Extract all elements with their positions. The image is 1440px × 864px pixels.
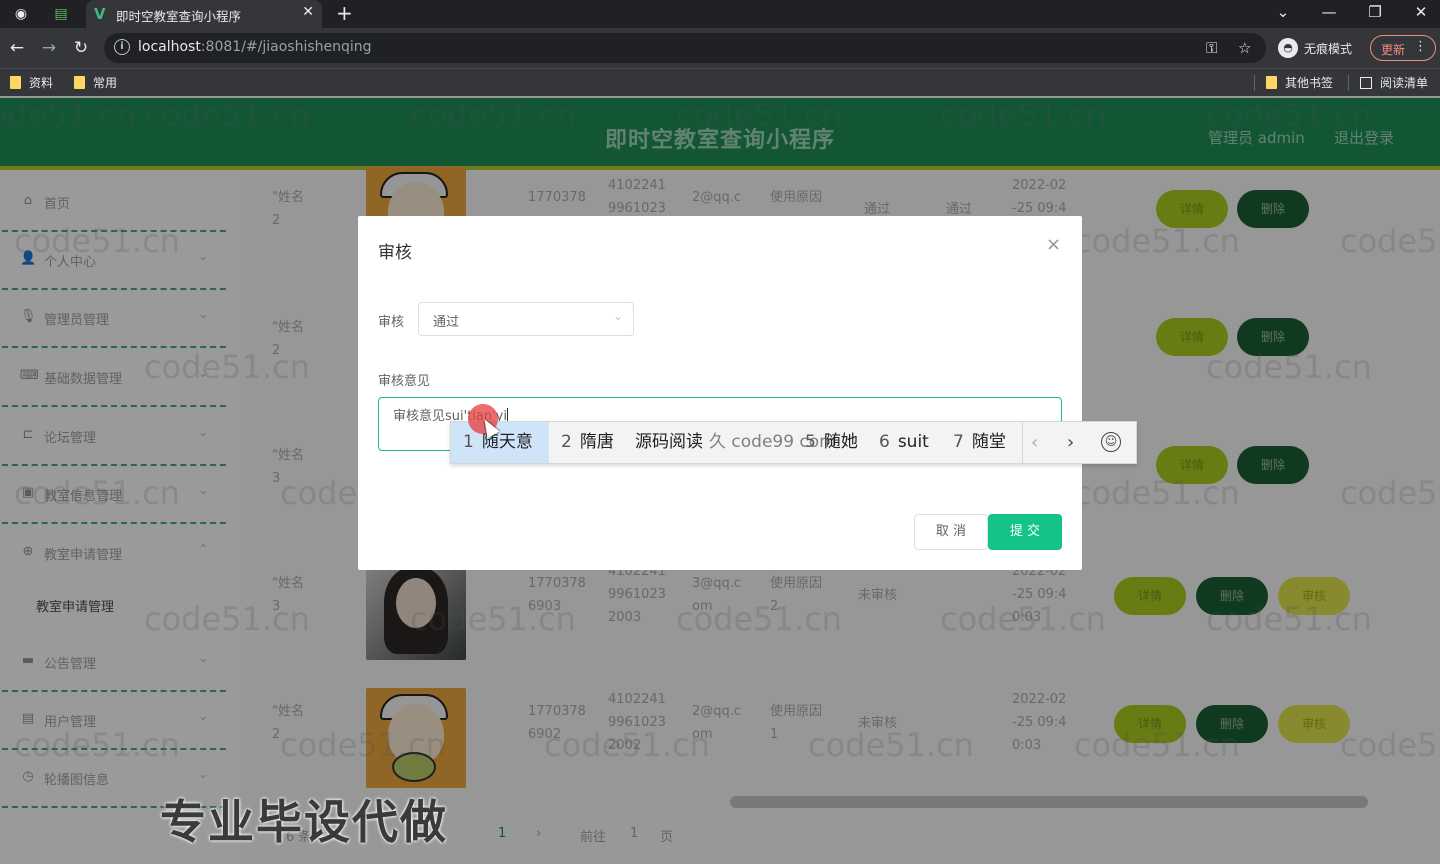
incognito-icon: ◓ [1278,38,1298,58]
ime-candidate[interactable]: 2 隋唐 [561,422,614,463]
ime-candidate[interactable]: 5 随她 [805,422,858,463]
submit-button[interactable]: 提 交 [988,514,1062,550]
text-caret [507,408,508,422]
incognito-label: 无痕模式 [1304,42,1353,56]
bookmark-folder-ziliao[interactable]: 资料 [10,74,53,91]
audit-select[interactable]: 通过 ⌄ [418,302,634,336]
browser-tabstrip: ◉ ▤ V 即时空教室查询小程序 ✕ + ⌄ — ❐ ✕ [0,0,1440,28]
ime-prev-icon[interactable]: ‹ [1031,422,1038,463]
emoji-icon[interactable]: ☺ [1101,432,1121,452]
audit-label: 审核 [378,315,405,330]
update-label: 更新 [1381,43,1406,57]
key-icon[interactable]: ⚿ [1206,39,1217,57]
ime-candidate[interactable]: 3源码阅读 [635,422,703,463]
bookmark-folder-changyong[interactable]: 常用 [74,74,117,91]
address-bar[interactable]: i localhost:8081/#/jiaoshishenqing ⚿ ☆ [104,33,1266,63]
promo-caption: 专业毕设代做 [160,795,448,849]
ime-separator [1022,422,1023,463]
browser-toolbar: ← → ↻ i localhost:8081/#/jiaoshishenqing… [0,28,1440,68]
reading-list-icon [1360,77,1372,89]
window-close-icon[interactable]: ✕ [1406,2,1436,22]
ime-candidate[interactable]: 1 随天意 [451,422,549,463]
ime-next-icon[interactable]: › [1067,422,1074,463]
site-info-icon[interactable]: i [114,39,130,55]
vue-favicon-icon: V [94,5,106,23]
browser-tab-active[interactable]: V 即时空教室查询小程序 ✕ [86,0,322,28]
forward-arrow-icon[interactable]: → [38,37,60,59]
kebab-menu-icon[interactable]: ⋮ [1414,39,1427,54]
bookmarks-bar: 资料 常用 其他书签 阅读清单 [0,68,1440,96]
audit-dialog: 审核 × 审核 通过 ⌄ 审核意见 审核意见sui'tian'yi 取 消 提 … [358,216,1082,570]
ime-candidate-bar: 1随天意 2隋唐 3源码阅读 久 code99 com 5随她 6suit 7随… [450,421,1137,464]
browser-logo-icon[interactable]: ◉ [10,4,32,24]
bookmark-star-icon[interactable]: ☆ [1238,39,1251,57]
bookmark-other[interactable]: 其他书签 [1266,74,1333,91]
chevron-down-icon: ⌄ [612,309,623,323]
bookmark-separator [1348,75,1349,91]
audit-select-value: 通过 [433,315,460,330]
reading-list[interactable]: 阅读清单 [1360,74,1428,91]
folder-icon [10,76,21,89]
new-tab-plus-icon[interactable]: + [336,2,353,24]
restore-icon[interactable]: ❐ [1360,2,1390,22]
dialog-close-icon[interactable]: × [1046,234,1061,255]
address-url[interactable]: localhost:8081/#/jiaoshishenqing [138,39,372,55]
dialog-title: 审核 [378,243,412,263]
app-shortcut-icon[interactable]: ▤ [50,4,72,24]
opinion-label: 审核意见 [378,374,431,389]
minimize-icon[interactable]: — [1314,2,1344,22]
folder-icon [74,76,85,89]
ime-candidate[interactable]: 6 suit [879,422,929,463]
back-arrow-icon[interactable]: ← [6,37,28,59]
folder-icon [1266,76,1277,89]
tab-search-chevron-icon[interactable]: ⌄ [1268,2,1298,22]
bookmark-separator [1254,75,1255,91]
cancel-button[interactable]: 取 消 [914,514,988,550]
reload-icon[interactable]: ↻ [70,37,92,59]
tab-title: 即时空教室查询小程序 [116,9,242,24]
ime-candidate[interactable]: 7 随堂 [953,422,1006,463]
update-button[interactable]: 更新 ⋮ [1370,35,1436,61]
tab-close-icon[interactable]: ✕ [302,4,314,20]
incognito-indicator[interactable]: ◓ 无痕模式 [1276,33,1362,63]
